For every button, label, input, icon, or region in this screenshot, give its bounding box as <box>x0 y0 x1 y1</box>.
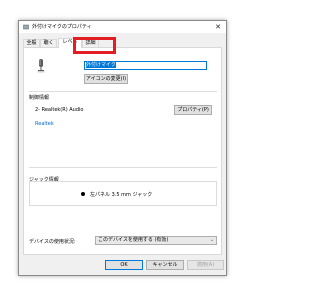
ok-button[interactable]: OK <box>105 260 143 270</box>
microphone-icon <box>36 58 46 76</box>
tab-general[interactable]: 全般 <box>23 39 40 47</box>
jack-info-box: 左パネル 3.5 mm ジャック <box>29 181 217 206</box>
jack-item-text: 左パネル 3.5 mm ジャック <box>90 192 153 198</box>
levels-tab-highlight <box>73 37 116 54</box>
device-name-input[interactable]: 外付けマイク <box>84 61 207 70</box>
divider <box>29 91 217 92</box>
divider <box>29 167 217 168</box>
properties-dialog: 外付けマイクのプロパティ ✕ 全般 聴く レベル 詳細 外付けマイク アイコンの… <box>18 20 227 276</box>
tab-listen[interactable]: 聴く <box>40 39 57 47</box>
chevron-down-icon: ⌄ <box>209 237 214 243</box>
close-icon[interactable]: ✕ <box>210 21 226 33</box>
controller-info-label: 制御情報 <box>29 95 50 101</box>
apply-button[interactable]: 適用(A) <box>187 260 224 270</box>
change-icon-button[interactable]: アイコンの変更(I) <box>84 74 128 84</box>
speaker-app-icon <box>23 24 29 32</box>
cancel-button[interactable]: キャンセル <box>146 260 184 270</box>
device-usage-select[interactable]: このデバイスを使用する (有効) ⌄ <box>95 236 217 245</box>
vendor-link[interactable]: Realtek <box>35 121 54 127</box>
device-usage-value: このデバイスを使用する (有効) <box>98 237 169 243</box>
window-title: 外付けマイクのプロパティ <box>32 24 92 30</box>
device-usage-label: デバイスの使用状況: <box>29 239 76 245</box>
jack-bullet-icon <box>81 192 85 196</box>
tab-bar: 全般 聴く レベル 詳細 <box>23 38 219 48</box>
controller-device-text: 2- Realtek(R) Audio <box>35 107 84 113</box>
title-bar[interactable]: 外付けマイクのプロパティ ✕ <box>19 21 226 33</box>
properties-button[interactable]: プロパティ(P) <box>174 105 212 115</box>
tab-panel: 外付けマイク アイコンの変更(I) 制御情報 2- Realtek(R) Aud… <box>23 47 222 255</box>
device-name-text: 外付けマイク <box>86 62 116 68</box>
